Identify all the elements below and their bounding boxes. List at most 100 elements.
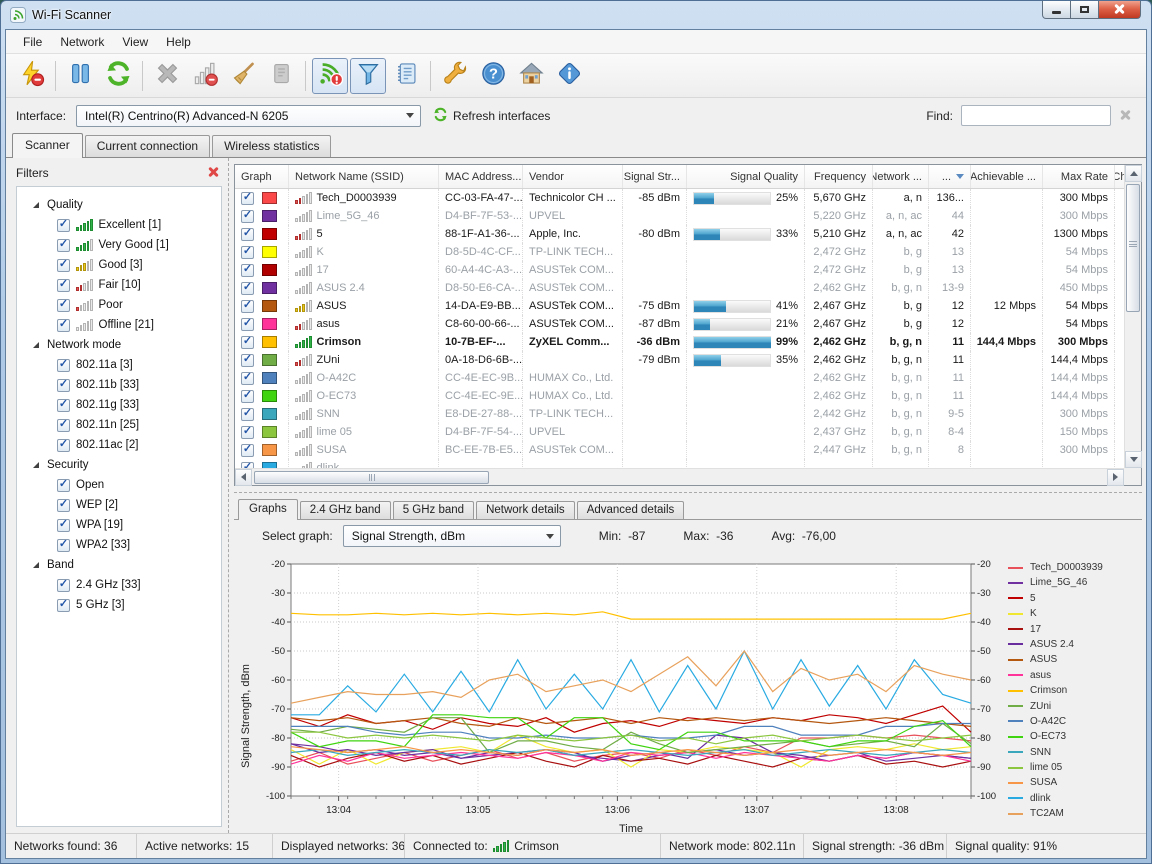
- network-row-crimson[interactable]: Crimson10-7B-EF-...ZyXEL Comm...-36 dBm9…: [235, 333, 1124, 351]
- help-button[interactable]: ?: [475, 58, 511, 94]
- rescan-button[interactable]: [100, 58, 136, 94]
- checkbox[interactable]: [57, 239, 70, 252]
- filter-item-802-11ac-2[interactable]: 802.11ac [2]: [21, 435, 217, 455]
- graph-select[interactable]: Signal Strength, dBm: [343, 525, 561, 547]
- pause-button[interactable]: [62, 58, 98, 94]
- details-button[interactable]: [388, 58, 424, 94]
- horizontal-scrollbar[interactable]: [235, 468, 1124, 485]
- checkbox[interactable]: [57, 379, 70, 392]
- filter-item-5-ghz-3[interactable]: 5 GHz [3]: [21, 595, 217, 615]
- interface-select[interactable]: Intel(R) Centrino(R) Advanced-N 6205: [76, 105, 421, 127]
- checkbox[interactable]: [57, 259, 70, 272]
- filter-group-quality[interactable]: Quality: [21, 195, 217, 215]
- checkbox[interactable]: [57, 359, 70, 372]
- filter-item-offline-21[interactable]: Offline [21]: [21, 315, 217, 335]
- column-header-signal[interactable]: Signal Str...: [623, 165, 687, 188]
- filter-item-wep-2[interactable]: WEP [2]: [21, 495, 217, 515]
- network-row-tech-d0003939[interactable]: Tech_D0003939CC-03-FA-47-...Technicolor …: [235, 189, 1124, 207]
- column-header-mac[interactable]: MAC Address...: [439, 165, 523, 188]
- scroll-up-icon[interactable]: [1125, 165, 1142, 182]
- filter-item-wpa2-33[interactable]: WPA2 [33]: [21, 535, 217, 555]
- filter-item-very-good-1[interactable]: Very Good [1]: [21, 235, 217, 255]
- checkbox[interactable]: [57, 399, 70, 412]
- filter-item-wpa-19[interactable]: WPA [19]: [21, 515, 217, 535]
- details-tab-advanced-details[interactable]: Advanced details: [577, 501, 685, 519]
- network-row-o-ec73[interactable]: O-EC73CC-4E-EC-9E...HUMAX Co., Ltd.2,462…: [235, 387, 1124, 405]
- filter-group-security[interactable]: Security: [21, 455, 217, 475]
- checkbox[interactable]: [57, 479, 70, 492]
- checkbox[interactable]: [57, 519, 70, 532]
- checkbox[interactable]: [241, 390, 254, 403]
- filter-item-open[interactable]: Open: [21, 475, 217, 495]
- checkbox[interactable]: [241, 264, 254, 277]
- filter-item-802-11n-25[interactable]: 802.11n [25]: [21, 415, 217, 435]
- refresh-interfaces-link[interactable]: Refresh interfaces: [433, 107, 550, 125]
- network-row-zuni[interactable]: ZUni0A-18-D6-6B-...-79 dBm35%2,462 GHzb,…: [235, 351, 1124, 369]
- filter-item-fair-10[interactable]: Fair [10]: [21, 275, 217, 295]
- find-input[interactable]: [961, 105, 1111, 126]
- delete-button[interactable]: [149, 58, 185, 94]
- checkbox[interactable]: [241, 408, 254, 421]
- column-header-quality[interactable]: Signal Quality: [687, 165, 805, 188]
- network-row-asus[interactable]: ASUS14-DA-E9-BB...ASUSTek COM...-75 dBm4…: [235, 297, 1124, 315]
- menu-file[interactable]: File: [14, 32, 51, 52]
- checkbox[interactable]: [241, 318, 254, 331]
- column-header-mode[interactable]: Network ...: [873, 165, 929, 188]
- network-row-k[interactable]: KD8-5D-4C-CF...TP-LINK TECH...2,472 GHzb…: [235, 243, 1124, 261]
- network-row-17[interactable]: 1760-A4-4C-A3-...ASUSTek COM...2,472 GHz…: [235, 261, 1124, 279]
- filter-item-2-4-ghz-33[interactable]: 2.4 GHz [33]: [21, 575, 217, 595]
- checkbox[interactable]: [57, 579, 70, 592]
- checkbox[interactable]: [241, 336, 254, 349]
- scroll-down-icon[interactable]: [1125, 451, 1142, 468]
- network-row-asus-2-4[interactable]: ASUS 2.4D8-50-E6-CA-...ASUSTek COM...2,4…: [235, 279, 1124, 297]
- checkbox[interactable]: [241, 246, 254, 259]
- checkbox[interactable]: [57, 439, 70, 452]
- vertical-scroll-thumb[interactable]: [1126, 184, 1140, 312]
- horizontal-scroll-thumb[interactable]: [254, 471, 489, 484]
- network-row-snn[interactable]: SNNE8-DE-27-88-...TP-LINK TECH...2,442 G…: [235, 405, 1124, 423]
- minimize-button[interactable]: [1042, 1, 1071, 19]
- network-row-lime-05[interactable]: lime 05D4-BF-7F-54-...UPVEL2,437 GHzb, g…: [235, 423, 1124, 441]
- scroll-right-icon[interactable]: [1107, 469, 1124, 486]
- tab-wireless-statistics[interactable]: Wireless statistics: [212, 135, 331, 157]
- checkbox[interactable]: [57, 279, 70, 292]
- column-header-ssid[interactable]: Network Name (SSID): [289, 165, 439, 188]
- filter-group-network-mode[interactable]: Network mode: [21, 335, 217, 355]
- about-button[interactable]: [551, 58, 587, 94]
- network-row-o-a42c[interactable]: O-A42CCC-4E-EC-9B...HUMAX Co., Ltd.2,462…: [235, 369, 1124, 387]
- network-row-5[interactable]: 588-1F-A1-36-...Apple, Inc.-80 dBm33%5,2…: [235, 225, 1124, 243]
- menu-help[interactable]: Help: [157, 32, 200, 52]
- column-header-channel[interactable]: ...: [929, 165, 971, 188]
- checkbox[interactable]: [241, 228, 254, 241]
- checkbox[interactable]: [241, 300, 254, 313]
- filters-close-icon[interactable]: [208, 166, 218, 180]
- filter-item-802-11b-33[interactable]: 802.11b [33]: [21, 375, 217, 395]
- column-header-maxrate[interactable]: Max Rate: [1043, 165, 1115, 188]
- network-row-asus[interactable]: asusC8-60-00-66-...ASUSTek COM...-87 dBm…: [235, 315, 1124, 333]
- details-tab-2-4-ghz-band[interactable]: 2.4 GHz band: [300, 501, 391, 519]
- checkbox[interactable]: [241, 354, 254, 367]
- remove-network-button[interactable]: [187, 58, 223, 94]
- filter-button[interactable]: [350, 58, 386, 94]
- network-row-dlink[interactable]: dlink: [235, 459, 1124, 468]
- inactive-networks-button[interactable]: [312, 58, 348, 94]
- network-row-lime-5g-46[interactable]: Lime_5G_46D4-BF-7F-53-...UPVEL5,220 GHza…: [235, 207, 1124, 225]
- checkbox[interactable]: [241, 426, 254, 439]
- vertical-scrollbar[interactable]: [1124, 165, 1141, 468]
- disconnect-button[interactable]: [13, 58, 49, 94]
- details-tab-5-ghz-band[interactable]: 5 GHz band: [393, 501, 474, 519]
- checkbox[interactable]: [241, 444, 254, 457]
- maximize-button[interactable]: [1070, 1, 1099, 19]
- details-tab-graphs[interactable]: Graphs: [238, 499, 298, 520]
- close-button[interactable]: [1098, 1, 1141, 19]
- menu-network[interactable]: Network: [51, 32, 113, 52]
- copy-button[interactable]: [263, 58, 299, 94]
- checkbox[interactable]: [57, 319, 70, 332]
- checkbox[interactable]: [241, 282, 254, 295]
- column-header-vendor[interactable]: Vendor: [523, 165, 623, 188]
- checkbox[interactable]: [57, 599, 70, 612]
- checkbox[interactable]: [57, 499, 70, 512]
- filter-item-good-3[interactable]: Good [3]: [21, 255, 217, 275]
- checkbox[interactable]: [57, 419, 70, 432]
- filter-item-poor[interactable]: Poor: [21, 295, 217, 315]
